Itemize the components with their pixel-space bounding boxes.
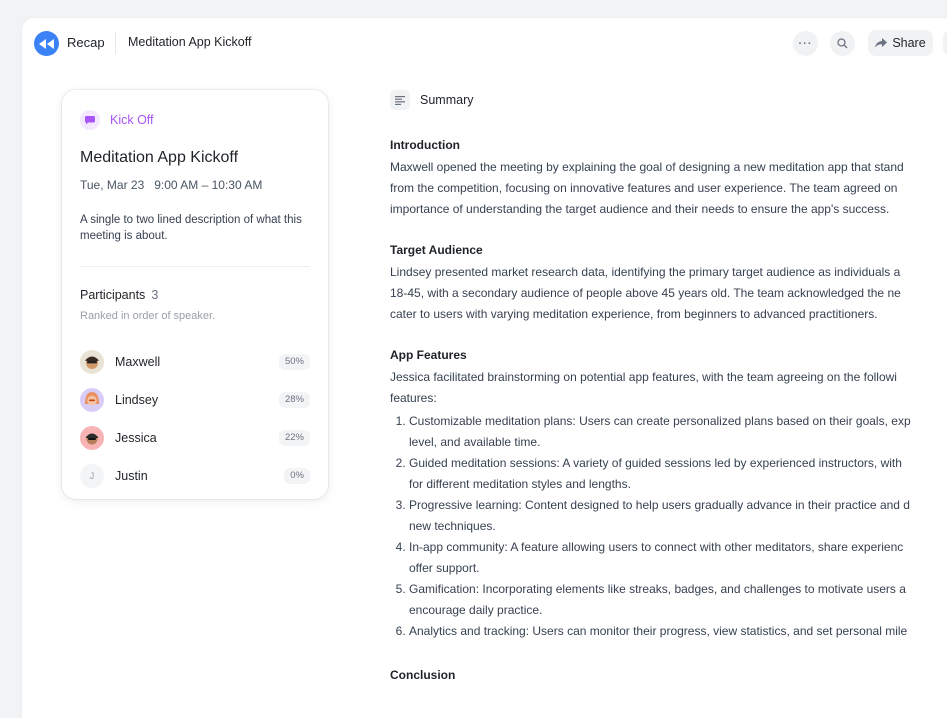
tag-label: Kick Off	[110, 113, 154, 127]
meeting-date: Tue, Mar 23	[80, 178, 145, 192]
more-options-button[interactable]: ···	[793, 31, 818, 56]
body-line: Lindsey presented market research data, …	[390, 265, 901, 279]
section-app-features: App Features Jessica facilitated brainst…	[390, 348, 947, 642]
body-line: from the competition, focusing on innova…	[390, 181, 898, 195]
section-conclusion: Conclusion	[390, 668, 947, 685]
participant-list: Maxwell 50% Lindsey 28% Jessica 22% J Ju…	[80, 343, 310, 495]
meeting-description: A single to two lined description of wha…	[80, 214, 302, 242]
ellipsis-icon: ···	[798, 37, 813, 50]
section-introduction: Introduction Maxwell opened the meeting …	[390, 138, 947, 220]
section-title: Conclusion	[390, 668, 456, 682]
section-target-audience: Target Audience Lindsey presented market…	[390, 243, 947, 325]
talk-percentage-badge: 28%	[278, 392, 310, 408]
avatar-initial: J	[80, 464, 104, 488]
list-item: Analytics and tracking: Users can monito…	[409, 621, 947, 642]
avatar	[80, 388, 104, 412]
meeting-card: Kick Off Meditation App Kickoff Tue, Mar…	[62, 90, 328, 499]
meeting-type-tag: Kick Off	[80, 110, 154, 130]
summary-header: Summary	[390, 90, 947, 110]
feature-list: Customizable meditation plans: Users can…	[390, 411, 947, 642]
list-item: Customizable meditation plans: Users can…	[409, 411, 947, 453]
participant-row[interactable]: J Justin 0%	[80, 457, 310, 495]
participant-name: Lindsey	[115, 393, 159, 407]
participant-name: Maxwell	[115, 355, 161, 369]
avatar	[80, 426, 104, 450]
body-line: features:	[390, 391, 437, 405]
talk-percentage-badge: 50%	[278, 354, 310, 370]
list-item: Progressive learning: Content designed t…	[409, 495, 947, 537]
section-body: Lindsey presented market research data, …	[390, 262, 947, 325]
search-icon	[837, 38, 848, 49]
overflow-button[interactable]	[943, 30, 947, 56]
divider	[115, 32, 116, 54]
search-button[interactable]	[830, 31, 855, 56]
meeting-time: 9:00 AM – 10:30 AM	[154, 178, 263, 192]
card-title: Meditation App Kickoff	[80, 149, 239, 166]
participants-label: Participants	[80, 288, 146, 302]
meeting-datetime: Tue, Mar 23 9:00 AM – 10:30 AM	[80, 178, 262, 192]
participants-heading: Participants 3	[80, 288, 158, 302]
top-bar: Recap Meditation App Kickoff ··· Share	[22, 18, 947, 70]
participant-row[interactable]: Jessica 22%	[80, 419, 310, 457]
participants-count: 3	[151, 288, 159, 302]
chat-bubble-icon	[80, 110, 100, 130]
summary-panel: Summary Introduction Maxwell opened the …	[390, 90, 947, 682]
body-line: importance of understanding the target a…	[390, 202, 890, 216]
section-body: Jessica facilitated brainstorming on pot…	[390, 367, 947, 409]
body-line: 18-45, with a secondary audience of peop…	[390, 286, 901, 300]
share-button[interactable]: Share	[868, 30, 933, 56]
body-line: cater to users with varying meditation e…	[390, 307, 878, 321]
meeting-title: Meditation App Kickoff	[128, 35, 252, 49]
app-window: Recap Meditation App Kickoff ··· Share K…	[22, 18, 947, 718]
section-title: Target Audience	[390, 243, 483, 257]
list-item: Guided meditation sessions: A variety of…	[409, 453, 947, 495]
body-line: Maxwell opened the meeting by explaining…	[390, 160, 904, 174]
participant-row[interactable]: Maxwell 50%	[80, 343, 310, 381]
section-body: Maxwell opened the meeting by explaining…	[390, 157, 947, 220]
ranked-note: Ranked in order of speaker.	[80, 310, 216, 322]
section-title: Introduction	[390, 138, 460, 152]
recap-link[interactable]: Recap	[67, 35, 105, 50]
participant-name: Jessica	[115, 431, 157, 445]
section-title: App Features	[390, 348, 467, 362]
list-item: Gamification: Incorporating elements lik…	[409, 579, 947, 621]
list-item: In-app community: A feature allowing use…	[409, 537, 947, 579]
body-line: Jessica facilitated brainstorming on pot…	[390, 370, 897, 384]
divider	[80, 266, 310, 267]
talk-percentage-badge: 22%	[278, 430, 310, 446]
share-label: Share	[892, 36, 926, 50]
summary-heading: Summary	[420, 93, 474, 107]
rewind-icon[interactable]	[34, 31, 59, 56]
participant-name: Justin	[115, 469, 148, 483]
talk-percentage-badge: 0%	[284, 468, 310, 484]
share-icon	[875, 38, 888, 48]
text-lines-icon	[390, 90, 410, 110]
avatar	[80, 350, 104, 374]
participant-row[interactable]: Lindsey 28%	[80, 381, 310, 419]
